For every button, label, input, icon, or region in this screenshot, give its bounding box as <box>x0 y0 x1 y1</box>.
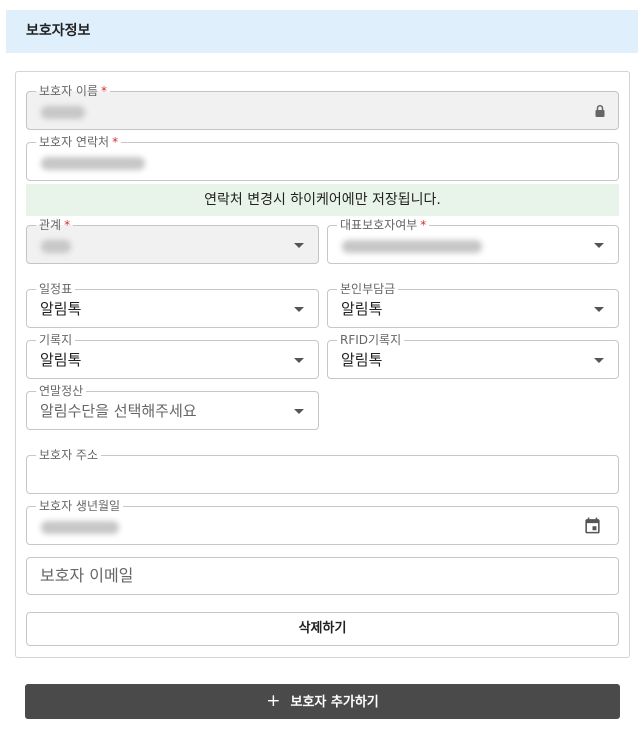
rfid-record-label: RFID기록지 <box>337 333 405 347</box>
relation-select: 관계 * <box>26 218 319 264</box>
guardian-birthdate-value-redacted <box>41 521 119 534</box>
delete-button[interactable]: 삭제하기 <box>26 612 619 646</box>
representative-guardian-value-redacted <box>342 240 482 253</box>
schedule-value: 알림톡 <box>40 300 82 318</box>
record-value: 알림톡 <box>40 351 82 369</box>
add-guardian-label: 보호자 추가하기 <box>290 695 379 710</box>
guardian-contact-field[interactable]: 보호자 연락처 * <box>26 135 619 181</box>
add-guardian-button[interactable]: + 보호자 추가하기 <box>25 684 620 719</box>
chevron-down-icon <box>294 358 304 363</box>
chevron-down-icon <box>594 358 604 363</box>
guardian-birthdate-label: 보호자 생년월일 <box>36 499 124 513</box>
guardian-address-field[interactable]: 보호자 주소 <box>26 448 619 494</box>
chevron-down-icon <box>594 307 604 312</box>
lock-icon <box>595 104 605 117</box>
chevron-down-icon <box>294 307 304 312</box>
rfid-record-select[interactable]: RFID기록지 알림톡 <box>327 333 619 379</box>
representative-guardian-label: 대표보호자여부 * <box>337 218 430 232</box>
section-title: 보호자정보 <box>26 23 91 39</box>
guardian-address-label: 보호자 주소 <box>36 448 102 462</box>
chevron-down-icon <box>594 243 604 248</box>
year-end-settlement-value: 알림수단을 선택해주세요 <box>40 402 197 420</box>
section-header: 보호자정보 <box>6 10 638 53</box>
representative-guardian-select[interactable]: 대표보호자여부 * <box>327 218 619 264</box>
year-end-settlement-select[interactable]: 연말정산 알림수단을 선택해주세요 <box>26 384 319 430</box>
record-label: 기록지 <box>36 333 76 347</box>
chevron-down-icon <box>294 409 304 414</box>
guardian-name-value-redacted <box>41 106 85 119</box>
record-select[interactable]: 기록지 알림톡 <box>26 333 319 379</box>
guardian-contact-value-redacted <box>41 157 145 170</box>
guardian-contact-label: 보호자 연락처 * <box>36 135 122 149</box>
guardian-name-label: 보호자 이름 * <box>36 84 111 98</box>
relation-label: 관계 * <box>36 218 74 232</box>
guardian-name-field: 보호자 이름 * <box>26 84 619 130</box>
copay-label: 본인부담금 <box>337 282 399 296</box>
schedule-label: 일정표 <box>36 282 76 296</box>
calendar-icon[interactable] <box>583 516 602 535</box>
plus-icon: + <box>266 691 281 711</box>
guardian-email-placeholder: 보호자 이메일 <box>40 566 134 585</box>
copay-select[interactable]: 본인부담금 알림톡 <box>327 282 619 328</box>
copay-value: 알림톡 <box>341 300 383 318</box>
contact-change-notice: 연락처 변경시 하이케어에만 저장됩니다. <box>26 184 619 216</box>
schedule-select[interactable]: 일정표 알림톡 <box>26 282 319 328</box>
rfid-record-value: 알림톡 <box>341 351 383 369</box>
relation-value-redacted <box>41 240 71 253</box>
guardian-birthdate-field[interactable]: 보호자 생년월일 <box>26 499 619 545</box>
guardian-email-input[interactable]: 보호자 이메일 <box>26 557 619 595</box>
year-end-settlement-label: 연말정산 <box>36 384 87 398</box>
chevron-down-icon <box>294 243 304 248</box>
